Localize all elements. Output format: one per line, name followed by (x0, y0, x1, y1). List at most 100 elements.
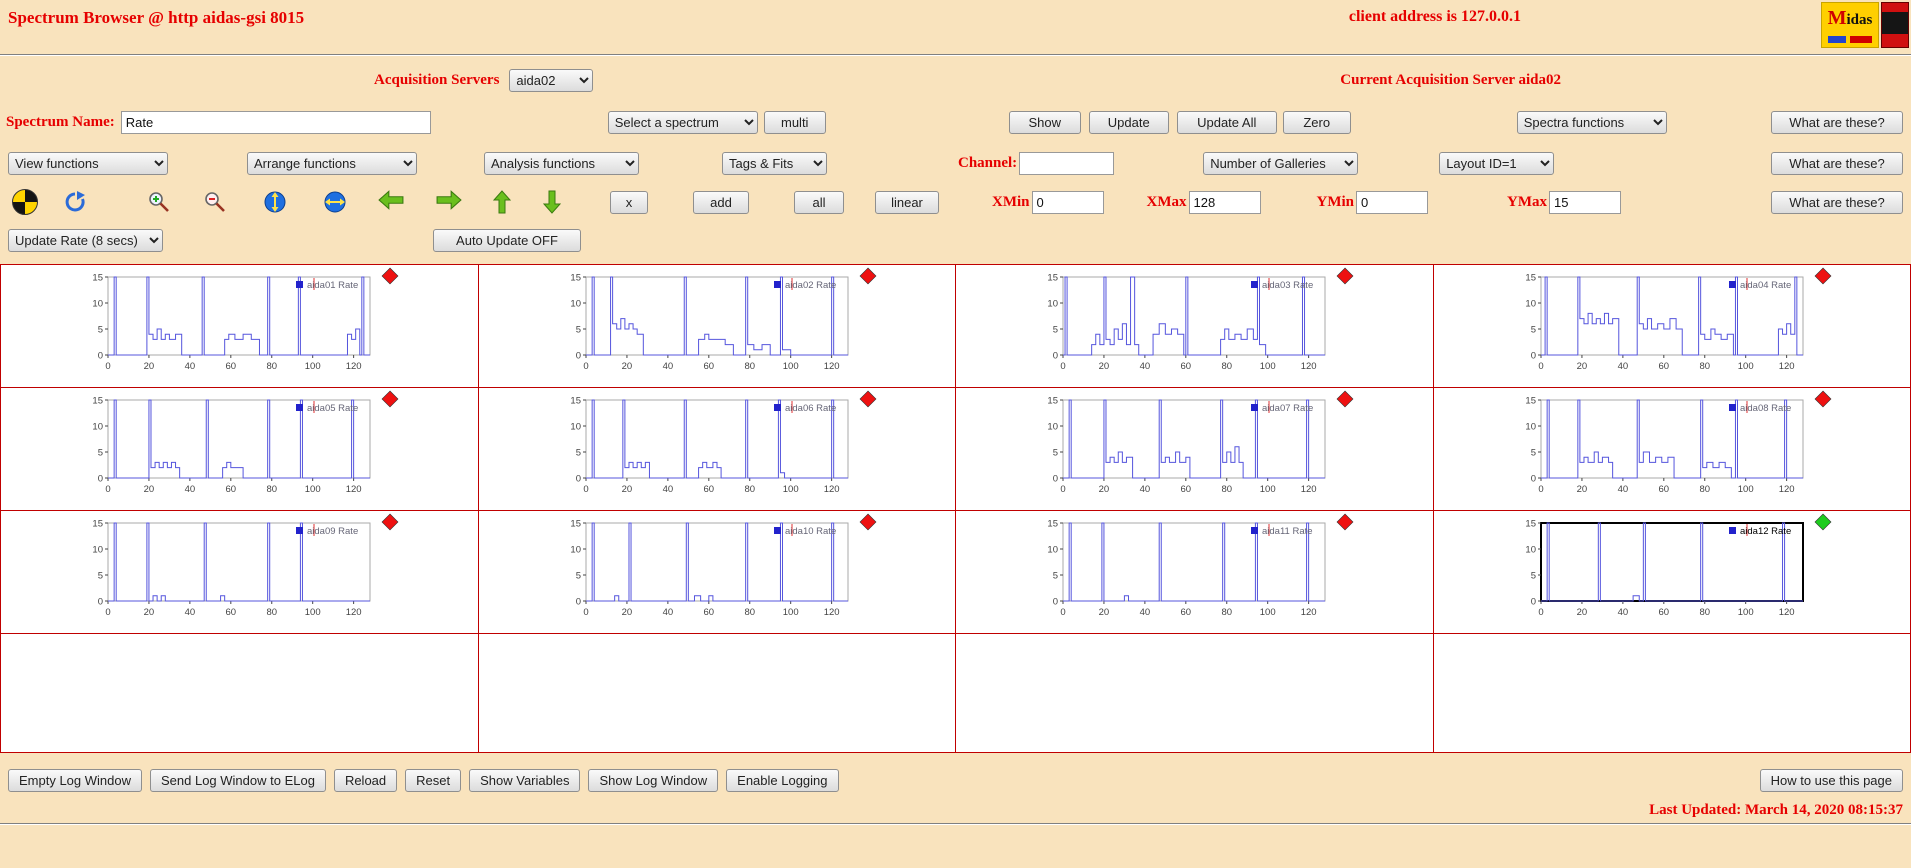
legend-marker (1251, 527, 1259, 534)
what-are-these-button-2[interactable]: What are these? (1771, 152, 1903, 175)
reset-button[interactable]: Reset (405, 769, 462, 792)
channel-input[interactable] (1019, 152, 1115, 175)
how-to-use-button[interactable]: How to use this page (1759, 769, 1903, 792)
update-button[interactable]: Update (1088, 111, 1169, 134)
show-button[interactable]: Show (1008, 111, 1081, 134)
empty-log-button[interactable]: Empty Log Window (8, 769, 142, 792)
refresh-icon[interactable] (62, 190, 88, 214)
gallery-cell-aida06[interactable]: 0 20 40 60 80 100 120 0 5 10 15 aida06 Rate (478, 388, 955, 510)
svg-text:10: 10 (1525, 299, 1536, 310)
linear-button[interactable]: linear (875, 190, 939, 214)
gallery-cell-aida01[interactable]: 0 20 40 60 80 100 120 0 5 10 15 aida01 Rate (1, 265, 478, 387)
svg-text:0: 0 (583, 361, 588, 372)
gallery-cell-aida02[interactable]: 0 20 40 60 80 100 120 0 5 10 15 aida02 Rate (478, 265, 955, 387)
autoscale-y-icon[interactable] (262, 190, 288, 214)
svg-text:5: 5 (98, 571, 103, 582)
ymin-input[interactable] (1356, 190, 1428, 214)
svg-text:40: 40 (1140, 484, 1151, 495)
legend-marker (1728, 404, 1736, 411)
update-rate-dropdown[interactable]: Update Rate (8 secs) (8, 229, 163, 252)
gallery-cell-aida07[interactable]: 0 20 40 60 80 100 120 0 5 10 15 aida07 Rate (956, 388, 1433, 510)
legend-label: aida09 Rate (307, 526, 358, 537)
arrow-left-icon[interactable] (378, 190, 404, 214)
view-functions-dropdown[interactable]: View functions (8, 152, 168, 175)
gallery-cell-empty-1[interactable] (1, 634, 478, 752)
auto-update-button[interactable]: Auto Update OFF (433, 229, 581, 252)
acquisition-row: Acquisition Servers aida02 Current Acqui… (0, 56, 1911, 103)
ymax-input[interactable] (1549, 190, 1621, 214)
show-log-button[interactable]: Show Log Window (588, 769, 719, 792)
gallery-cell-aida05[interactable]: 0 20 40 60 80 100 120 0 5 10 15 aida05 Rate (1, 388, 478, 510)
acquisition-server-select[interactable]: aida02 (509, 69, 594, 92)
show-variables-button[interactable]: Show Variables (469, 769, 581, 792)
arrow-up-icon[interactable] (492, 190, 512, 214)
layout-id-dropdown[interactable]: Layout ID=1 (1439, 152, 1555, 175)
svg-text:20: 20 (1099, 361, 1110, 372)
zero-button[interactable]: Zero (1282, 111, 1351, 134)
enable-logging-button[interactable]: Enable Logging (726, 769, 839, 792)
svg-text:40: 40 (662, 361, 673, 372)
svg-text:120: 120 (346, 484, 362, 495)
svg-text:120: 120 (1301, 361, 1317, 372)
midas-logo-blue-bar (1828, 36, 1846, 43)
gallery-cell-empty-2[interactable] (478, 634, 955, 752)
number-of-galleries-dropdown[interactable]: Number of Galleries (1203, 152, 1359, 175)
legend-label: aida05 Rate (307, 403, 358, 414)
svg-text:100: 100 (305, 361, 321, 372)
what-are-these-button-1[interactable]: What are these? (1771, 111, 1903, 134)
arrow-right-icon[interactable] (436, 190, 462, 214)
xmax-label: XMax (1146, 193, 1187, 210)
arrange-functions-dropdown[interactable]: Arrange functions (247, 152, 417, 175)
gallery-cell-aida12[interactable]: 0 20 40 60 80 100 120 0 5 10 15 aida12 Rate (1433, 511, 1910, 633)
xmin-input[interactable] (1031, 190, 1104, 214)
svg-text:20: 20 (1576, 607, 1587, 618)
gallery-cell-aida11[interactable]: 0 20 40 60 80 100 120 0 5 10 15 aida11 Rate (956, 511, 1433, 633)
spectrum-plot-aida11: 0 20 40 60 80 100 120 0 5 10 15 aida11 Rate (1048, 513, 1354, 618)
footer-divider (0, 823, 1911, 825)
multi-button[interactable]: multi (763, 111, 826, 134)
gallery-grid: 0 20 40 60 80 100 120 0 5 10 15 aida01 Rate 0 20 40 60 8… (0, 264, 1911, 753)
gallery-cell-empty-3[interactable] (956, 634, 1433, 752)
svg-text:80: 80 (1222, 361, 1233, 372)
what-are-these-button-3[interactable]: What are these? (1771, 190, 1903, 214)
spectrum-name-input[interactable] (120, 111, 431, 134)
svg-text:100: 100 (783, 361, 799, 372)
tags-fits-dropdown[interactable]: Tags & Fits (722, 152, 827, 175)
gallery-cell-aida03[interactable]: 0 20 40 60 80 100 120 0 5 10 15 aida03 Rate (956, 265, 1433, 387)
analysis-functions-dropdown[interactable]: Analysis functions (484, 152, 639, 175)
midas-logo-text: M (1827, 7, 1847, 29)
gallery-cell-empty-4[interactable] (1433, 634, 1910, 752)
reload-button[interactable]: Reload (333, 769, 398, 792)
svg-text:5: 5 (1530, 448, 1535, 459)
svg-text:100: 100 (1738, 484, 1754, 495)
svg-text:15: 15 (1525, 396, 1536, 407)
logo-area: Midas (1821, 2, 1909, 48)
x-button[interactable]: x (610, 190, 648, 214)
zoom-in-icon[interactable] (146, 190, 172, 214)
status-diamond-icon (859, 267, 877, 285)
all-button[interactable]: all (794, 190, 844, 214)
gallery-cell-aida10[interactable]: 0 20 40 60 80 100 120 0 5 10 15 aida10 Rate (478, 511, 955, 633)
arrow-down-icon[interactable] (542, 190, 562, 214)
xmax-input[interactable] (1188, 190, 1261, 214)
nuclear-icon[interactable] (12, 189, 38, 215)
spectra-functions-dropdown[interactable]: Spectra functions (1516, 111, 1667, 134)
svg-text:0: 0 (106, 361, 111, 372)
svg-text:60: 60 (1181, 607, 1192, 618)
legend-label: aida11 Rate (1262, 526, 1313, 537)
svg-text:5: 5 (1530, 325, 1535, 336)
svg-text:5: 5 (1053, 571, 1058, 582)
gallery-cell-aida08[interactable]: 0 20 40 60 80 100 120 0 5 10 15 aida08 Rate (1433, 388, 1910, 510)
gallery-cell-aida09[interactable]: 0 20 40 60 80 100 120 0 5 10 15 aida09 Rate (1, 511, 478, 633)
svg-text:0: 0 (98, 597, 103, 608)
autoscale-x-icon[interactable] (322, 190, 348, 214)
select-spectrum-dropdown[interactable]: Select a spectrum (607, 111, 758, 134)
svg-text:40: 40 (1617, 484, 1628, 495)
zoom-out-icon[interactable] (202, 190, 228, 214)
ymax-label: YMax (1507, 193, 1547, 210)
gallery-cell-aida04[interactable]: 0 20 40 60 80 100 120 0 5 10 15 aida04 Rate (1433, 265, 1910, 387)
send-elog-button[interactable]: Send Log Window to ELog (150, 769, 326, 792)
svg-text:15: 15 (1048, 273, 1059, 284)
add-button[interactable]: add (693, 190, 749, 214)
update-all-button[interactable]: Update All (1176, 111, 1277, 134)
